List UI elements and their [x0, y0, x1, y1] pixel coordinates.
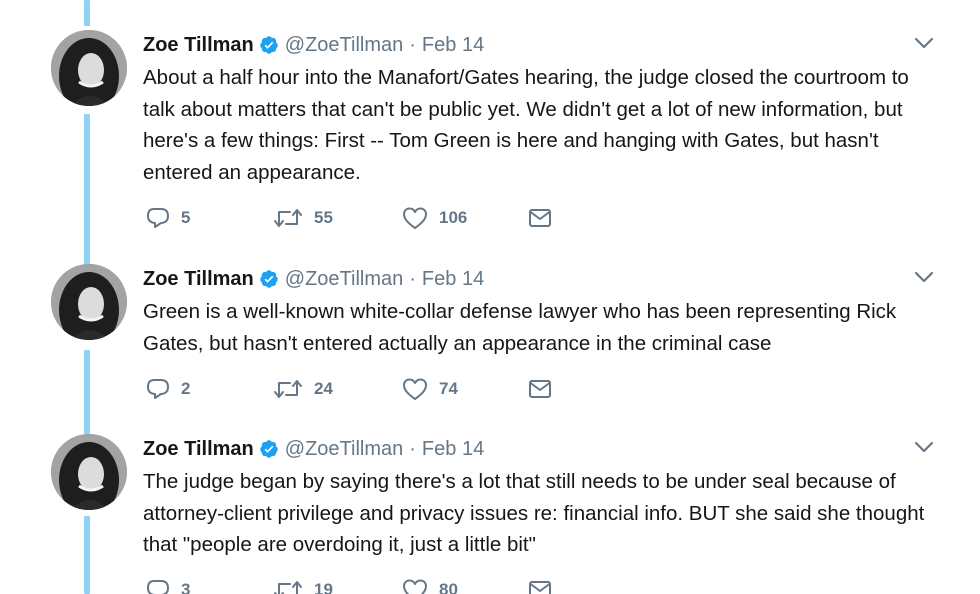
retweet-icon	[272, 577, 304, 594]
reply-button[interactable]: 3	[145, 576, 190, 594]
direct-message-button[interactable]	[527, 576, 553, 594]
retweet-count: 24	[314, 379, 333, 398]
retweet-count: 55	[314, 208, 333, 227]
like-count: 74	[439, 379, 458, 398]
tweet[interactable]: Zoe Tillman @ZoeTillman · Feb 14 About a…	[0, 30, 980, 240]
direct-message-icon	[527, 205, 553, 231]
user-handle[interactable]: @ZoeTillman	[285, 268, 403, 291]
reply-count: 5	[181, 208, 191, 227]
like-icon	[401, 205, 429, 231]
direct-message-icon	[527, 577, 553, 594]
tweet-date[interactable]: Feb 14	[422, 34, 484, 57]
like-count: 106	[439, 208, 468, 227]
like-button[interactable]: 80	[401, 576, 458, 594]
tweet[interactable]: Zoe Tillman @ZoeTillman · Feb 14 Green i…	[0, 264, 980, 414]
reply-icon	[145, 205, 171, 231]
retweet-icon	[272, 376, 304, 402]
like-icon	[401, 376, 429, 402]
avatar[interactable]	[51, 264, 127, 340]
reply-button[interactable]: 2	[145, 375, 190, 403]
avatar[interactable]	[51, 434, 127, 510]
verified-badge-icon	[259, 35, 279, 55]
display-name[interactable]: Zoe Tillman	[143, 268, 254, 291]
reply-button[interactable]: 5	[145, 204, 190, 232]
tweet-header: Zoe Tillman @ZoeTillman · Feb 14	[143, 264, 484, 294]
profile-photo	[51, 264, 127, 340]
retweet-button[interactable]: 55	[272, 204, 333, 232]
thread-line	[84, 0, 90, 26]
reply-count: 2	[181, 379, 191, 398]
reply-icon	[145, 577, 171, 594]
tweet-header: Zoe Tillman @ZoeTillman · Feb 14	[143, 434, 484, 464]
separator-dot: ·	[409, 437, 416, 460]
display-name[interactable]: Zoe Tillman	[143, 438, 254, 461]
tweet-actions: 3 19 80	[145, 576, 585, 594]
tweet-date[interactable]: Feb 14	[422, 438, 484, 461]
avatar[interactable]	[51, 30, 127, 106]
direct-message-button[interactable]	[527, 375, 553, 403]
like-icon	[401, 577, 429, 594]
profile-photo	[51, 30, 127, 106]
user-handle[interactable]: @ZoeTillman	[285, 438, 403, 461]
like-button[interactable]: 74	[401, 375, 458, 403]
user-handle[interactable]: @ZoeTillman	[285, 34, 403, 57]
chevron-down-icon[interactable]	[913, 36, 935, 50]
tweet-date[interactable]: Feb 14	[422, 268, 484, 291]
separator-dot: ·	[409, 33, 416, 56]
tweet-header: Zoe Tillman @ZoeTillman · Feb 14	[143, 30, 484, 60]
tweet[interactable]: Zoe Tillman @ZoeTillman · Feb 14 The jud…	[0, 434, 980, 594]
tweet-actions: 2 24 74	[145, 375, 585, 403]
like-count: 80	[439, 580, 458, 594]
direct-message-button[interactable]	[527, 204, 553, 232]
tweet-text: The judge began by saying there's a lot …	[143, 470, 925, 556]
verified-badge-icon	[259, 439, 279, 459]
tweet-thread: Zoe Tillman @ZoeTillman · Feb 14 About a…	[0, 0, 980, 594]
chevron-down-icon[interactable]	[913, 270, 935, 284]
chevron-down-icon[interactable]	[913, 440, 935, 454]
retweet-button[interactable]: 24	[272, 375, 333, 403]
display-name[interactable]: Zoe Tillman	[143, 34, 254, 57]
tweet-actions: 5 55 106	[145, 204, 585, 232]
retweet-icon	[272, 205, 304, 231]
separator-dot: ·	[409, 267, 416, 290]
profile-photo	[51, 434, 127, 510]
tweet-text: About a half hour into the Manafort/Gate…	[143, 66, 909, 184]
reply-count: 3	[181, 580, 191, 594]
retweet-count: 19	[314, 580, 333, 594]
tweet-text: Green is a well-known white-collar defen…	[143, 300, 897, 355]
retweet-button[interactable]: 19	[272, 576, 333, 594]
direct-message-icon	[527, 376, 553, 402]
like-button[interactable]: 106	[401, 204, 467, 232]
reply-icon	[145, 376, 171, 402]
verified-badge-icon	[259, 269, 279, 289]
